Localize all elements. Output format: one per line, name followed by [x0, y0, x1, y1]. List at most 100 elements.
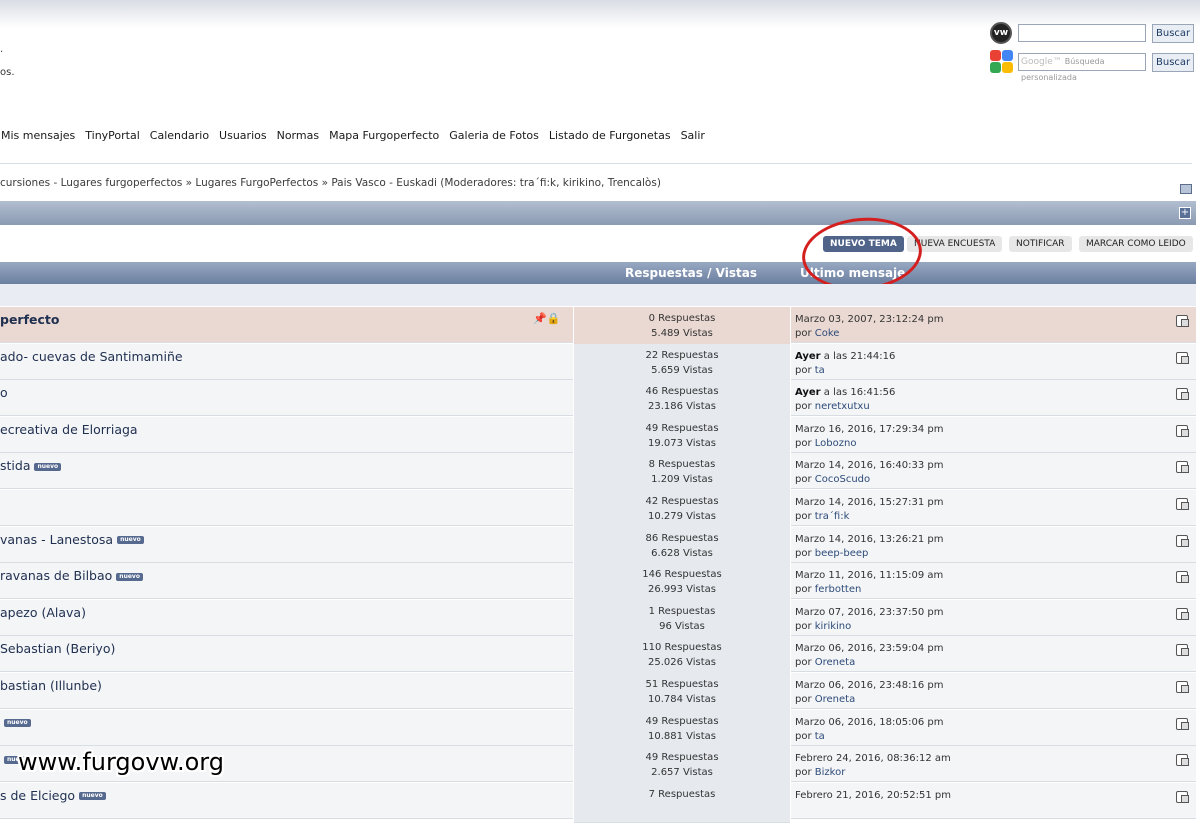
expand-icon[interactable]: +: [1179, 207, 1191, 219]
topic-title[interactable]: ravanas de Bilbao nuevo: [0, 568, 143, 583]
table-row: ecreativa de Elorriaga 49 Respuestas 19.07…: [0, 416, 1196, 457]
header-replies-views[interactable]: Respuestas / Vistas: [625, 266, 757, 280]
author-link[interactable]: ta: [815, 365, 825, 376]
view-count: 25.026 Vistas: [647, 657, 717, 669]
topic-title[interactable]: perfecto: [0, 312, 59, 327]
author-link[interactable]: ta: [815, 731, 825, 742]
topic-title[interactable]: bastian (Illunbe): [0, 678, 102, 693]
table-row: 42 Respuestas 10.279 Vistas Marzo 14, 2016…: [0, 490, 1196, 530]
author-link[interactable]: Oreneta: [815, 694, 855, 705]
author-link[interactable]: Lobozno: [815, 438, 857, 449]
menu-item-listado[interactable]: Listado de Furgonetas: [549, 129, 671, 142]
menu-item-usuarios[interactable]: Usuarios: [219, 129, 267, 142]
view-count: 10.784 Vistas: [647, 694, 717, 705]
menu-item-mis-mensajes[interactable]: Mis mensajes: [1, 129, 75, 142]
view-count: 26.993 Vistas: [647, 584, 717, 596]
topic-cell: perfecto 📌🔒: [0, 307, 573, 343]
site-search-button[interactable]: Buscar: [1152, 23, 1195, 43]
last-post-icon[interactable]: [1176, 461, 1189, 474]
stats-cell: 7 Respuestas: [574, 782, 790, 823]
reply-count: 7 Respuestas: [648, 788, 716, 800]
last-post-icon[interactable]: [1176, 424, 1189, 437]
last-post-icon[interactable]: [1176, 498, 1189, 510]
author-link[interactable]: Coke: [815, 328, 840, 339]
stats-cell: 42 Respuestas 10.279 Vistas: [574, 490, 790, 530]
topic-cell: [0, 490, 573, 526]
topic-title[interactable]: nuevo: [0, 715, 31, 730]
last-post-icon[interactable]: [1176, 571, 1189, 584]
author-link[interactable]: Oreneta: [815, 657, 855, 668]
topic-title[interactable]: s de Elciego nuevo: [0, 788, 106, 803]
mark-read-button[interactable]: MARCAR COMO LEIDO: [1079, 236, 1193, 252]
last-post-icon[interactable]: [1176, 754, 1189, 767]
last-post-cell: Marzo 14, 2016, 13:26:21 pm por beep-beep: [791, 526, 1196, 563]
collapse-icon[interactable]: [1180, 184, 1192, 194]
topics-table-header: Respuestas / Vistas Último mensaje: [0, 262, 1196, 284]
reply-count: 46 Respuestas: [645, 386, 719, 398]
stats-cell: 22 Respuestas 5.659 Vistas: [574, 343, 790, 384]
last-post-date: Marzo 06, 2016, 23:48:16 pm: [795, 680, 944, 691]
header-text-fragment: .: [0, 44, 4, 55]
menu-item-normas[interactable]: Normas: [277, 129, 319, 142]
last-post-author: por beep-beep: [795, 547, 869, 559]
author-link[interactable]: tra´fi:k: [815, 511, 850, 522]
last-post-date: Marzo 03, 2007, 23:12:24 pm: [795, 314, 944, 325]
last-post-icon[interactable]: [1176, 351, 1189, 364]
notify-button[interactable]: NOTIFICAR: [1009, 236, 1072, 252]
table-row: vanas - Lanestosa nuevo 86 Respuestas 6.628…: [0, 526, 1196, 567]
author-link[interactable]: kirikino: [815, 621, 851, 632]
last-post-icon[interactable]: [1176, 717, 1189, 730]
last-post-icon[interactable]: [1176, 681, 1189, 693]
reply-count: 42 Respuestas: [645, 496, 719, 507]
topic-title[interactable]: apezo (Alava): [0, 605, 86, 620]
google-search-button[interactable]: Buscar: [1152, 52, 1195, 72]
last-post-date: Marzo 11, 2016, 11:15:09 am: [795, 570, 944, 582]
author-link[interactable]: neretxutxu: [815, 401, 870, 412]
topic-cell: vanas - Lanestosa nuevo: [0, 526, 573, 563]
topic-title[interactable]: ecreativa de Elorriaga: [0, 422, 138, 437]
menu-item-galeria[interactable]: Galeria de Fotos: [449, 129, 539, 142]
stats-cell: 110 Respuestas 25.026 Vistas: [574, 636, 790, 677]
topic-title[interactable]: ado- cuevas de Santimamiñe: [0, 349, 183, 364]
new-badge: nuevo: [79, 792, 106, 801]
last-post-icon[interactable]: [1176, 607, 1189, 620]
table-row: Sebastian (Beriyo) 110 Respuestas 25.026 V…: [0, 636, 1196, 677]
last-post-author: por ta: [795, 730, 825, 742]
stats-cell: 146 Respuestas 26.993 Vistas: [574, 563, 790, 604]
last-post-cell: Marzo 03, 2007, 23:12:24 pm por Coke: [791, 307, 1196, 343]
watermark: www.furgovw.org: [18, 748, 224, 776]
table-row: perfecto 📌🔒 0 Respuestas 5.489 Vistas Marzo …: [0, 307, 1196, 347]
last-post-date: Marzo 14, 2016, 16:40:33 pm: [795, 460, 944, 472]
author-link[interactable]: Bizkor: [815, 767, 846, 778]
last-post-cell: Marzo 16, 2016, 17:29:34 pm por Lobozno: [791, 416, 1196, 453]
stats-cell: 49 Respuestas 10.881 Vistas: [574, 709, 790, 750]
author-link[interactable]: beep-beep: [815, 548, 869, 559]
last-post-icon[interactable]: [1176, 644, 1189, 657]
last-post-cell: Marzo 14, 2016, 16:40:33 pm por CocoScudo: [791, 453, 1196, 490]
last-post-icon[interactable]: [1176, 790, 1189, 803]
main-menu: Mis mensajes TinyPortal Calendario Usuar…: [1, 129, 715, 142]
menu-item-mapa[interactable]: Mapa Furgoperfecto: [329, 129, 439, 142]
breadcrumb[interactable]: cursiones - Lugares furgoperfectos » Lug…: [0, 177, 661, 189]
stats-cell: 49 Respuestas 19.073 Vistas: [574, 416, 790, 457]
google-search-input[interactable]: Google™ Búsqueda personalizada: [1018, 53, 1146, 82]
topic-title[interactable]: Sebastian (Beriyo): [0, 641, 115, 656]
topic-cell: stida nuevo: [0, 453, 573, 490]
topic-title[interactable]: o: [0, 385, 8, 400]
view-count: 2.657 Vistas: [651, 767, 713, 779]
last-post-icon[interactable]: [1176, 315, 1189, 327]
menu-item-tinyportal[interactable]: TinyPortal: [85, 129, 140, 142]
last-post-icon[interactable]: [1176, 388, 1189, 401]
topic-title[interactable]: stida nuevo: [0, 458, 62, 473]
menu-item-calendario[interactable]: Calendario: [150, 129, 209, 142]
author-link[interactable]: ferbotten: [815, 584, 862, 595]
last-post-author: por ta: [795, 364, 825, 376]
last-post-author: por neretxutxu: [795, 401, 870, 413]
view-count: 23.186 Vistas: [647, 401, 717, 413]
last-post-date: Marzo 14, 2016, 15:27:31 pm: [795, 497, 944, 508]
menu-item-salir[interactable]: Salir: [681, 129, 705, 142]
topic-title[interactable]: vanas - Lanestosa nuevo: [0, 532, 144, 547]
site-search-input[interactable]: [1018, 24, 1146, 42]
last-post-icon[interactable]: [1176, 534, 1189, 547]
author-link[interactable]: CocoScudo: [815, 474, 870, 485]
